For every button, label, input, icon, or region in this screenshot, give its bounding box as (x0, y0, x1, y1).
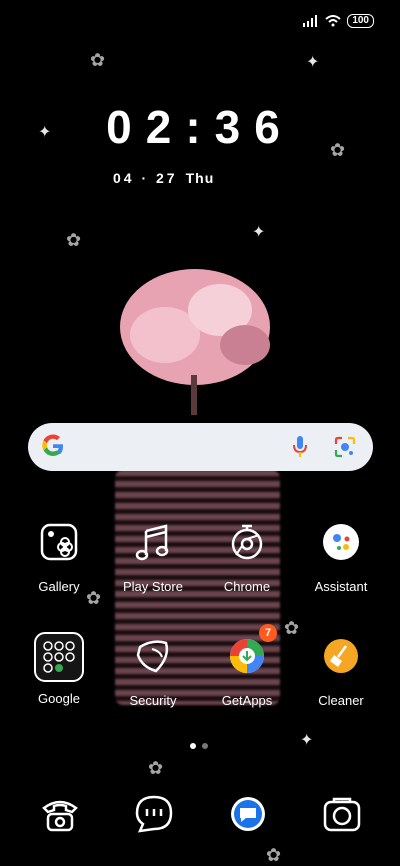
microphone-icon[interactable] (291, 435, 309, 459)
clock-time[interactable]: 02:36 (0, 100, 400, 154)
app-label: GetApps (221, 693, 273, 708)
app-label: Assistant (314, 579, 368, 594)
petal-icon: ✿ (66, 230, 82, 250)
day-text: Thu (185, 170, 215, 186)
messages-icon (135, 795, 173, 833)
sparkle-icon: ✦ (306, 54, 320, 71)
status-bar: 100 (303, 14, 374, 28)
app-label: Cleaner (318, 693, 364, 708)
getapps-icon: 7 (225, 624, 277, 678)
phone-icon (42, 800, 78, 832)
music-notes-icon (131, 520, 175, 564)
app-gallery[interactable]: Gallery (14, 520, 104, 594)
folder-icon (34, 632, 84, 682)
page-dot-active (190, 743, 196, 749)
clock-date: 04 · 27 Thu (113, 170, 214, 186)
sparkle-icon: ✦ (300, 732, 314, 749)
signal-icon (303, 15, 318, 27)
camera-icon (323, 797, 361, 832)
app-label: Security (129, 693, 177, 708)
google-search-bar[interactable] (28, 423, 373, 471)
assistant-icon (319, 520, 363, 564)
app-play-store[interactable]: Play Store (108, 520, 198, 594)
chat-bubble-icon (231, 797, 265, 831)
page-indicator (190, 743, 208, 749)
gallery-icon (37, 520, 81, 564)
google-lens-icon[interactable] (333, 435, 357, 459)
app-security[interactable]: Security (108, 634, 198, 708)
chrome-icon (225, 520, 269, 564)
app-label: Google (38, 691, 80, 706)
notification-badge: 7 (259, 624, 277, 642)
app-assistant[interactable]: Assistant (296, 520, 386, 594)
broom-icon (319, 634, 363, 678)
wifi-icon (325, 15, 341, 27)
app-label: Play Store (123, 579, 183, 594)
petal-icon: ✿ (90, 50, 106, 70)
sparkle-icon: ✦ (252, 224, 266, 241)
app-cleaner[interactable]: Cleaner (296, 634, 386, 708)
wallpaper-tree (120, 269, 270, 415)
petal-icon: ✿ (148, 758, 164, 778)
dock-messages[interactable] (132, 792, 176, 836)
petal-icon: ✿ (266, 845, 282, 865)
dock-chat[interactable] (226, 792, 270, 836)
google-logo-icon (42, 434, 63, 456)
page-dot (202, 743, 208, 749)
shield-icon (131, 634, 175, 678)
battery-level: 100 (347, 14, 374, 28)
app-label: Gallery (38, 579, 80, 594)
app-getapps[interactable]: 7 GetApps (202, 624, 292, 708)
app-chrome[interactable]: Chrome (202, 520, 292, 594)
dock-phone[interactable] (38, 792, 82, 836)
app-google-folder[interactable]: Google (14, 632, 104, 706)
app-label: Chrome (223, 579, 271, 594)
date-text: 04 · 27 (113, 170, 178, 186)
dock-camera[interactable] (320, 792, 364, 836)
